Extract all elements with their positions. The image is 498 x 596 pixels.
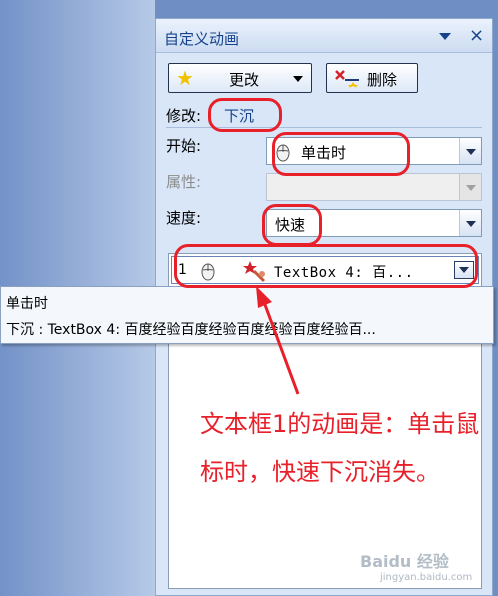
speed-label: 速度: (166, 209, 202, 227)
pane-titlebar: 自定义动画 × (156, 19, 492, 53)
highlight-list-item (174, 244, 478, 288)
property-select[interactable] (266, 173, 482, 201)
chevron-down-icon (293, 76, 303, 82)
annotation-note: 文本框1的动画是：单击鼠标时，快速下沉消失。 (200, 410, 480, 486)
pane-title: 自定义动画 (164, 30, 240, 48)
chevron-down-icon[interactable] (459, 174, 481, 200)
watermark: Baidu 经验 (360, 552, 449, 571)
chevron-down-icon[interactable] (459, 210, 481, 236)
delete-icon (335, 70, 359, 88)
property-label: 属性: (166, 173, 202, 191)
change-effect-button[interactable]: ★ 更改 (168, 63, 312, 93)
tooltip-trigger: 单击时 (6, 296, 48, 312)
highlight-start-value (272, 132, 410, 176)
highlight-modify-value (208, 98, 282, 132)
modify-label: 修改: (166, 107, 202, 125)
chevron-down-icon[interactable] (459, 138, 481, 164)
star-icon: ★ (176, 66, 194, 90)
delete-effect-button[interactable]: 删除 (326, 63, 418, 93)
watermark-url: jingyan.baidu.com (380, 572, 473, 583)
highlight-speed-value (262, 204, 322, 246)
change-button-label: 更改 (229, 71, 260, 89)
delete-button-label: 删除 (367, 71, 398, 89)
start-label: 开始: (166, 137, 202, 155)
tooltip-effect-detail: 下沉 : TextBox 4: 百度经验百度经验百度经验百度经验百... (6, 322, 376, 338)
close-icon[interactable]: × (469, 25, 484, 46)
pane-menu-chevron-down-icon[interactable] (439, 33, 451, 40)
tooltip: 单击时 下沉 : TextBox 4: 百度经验百度经验百度经验百度经验百... (0, 286, 494, 344)
